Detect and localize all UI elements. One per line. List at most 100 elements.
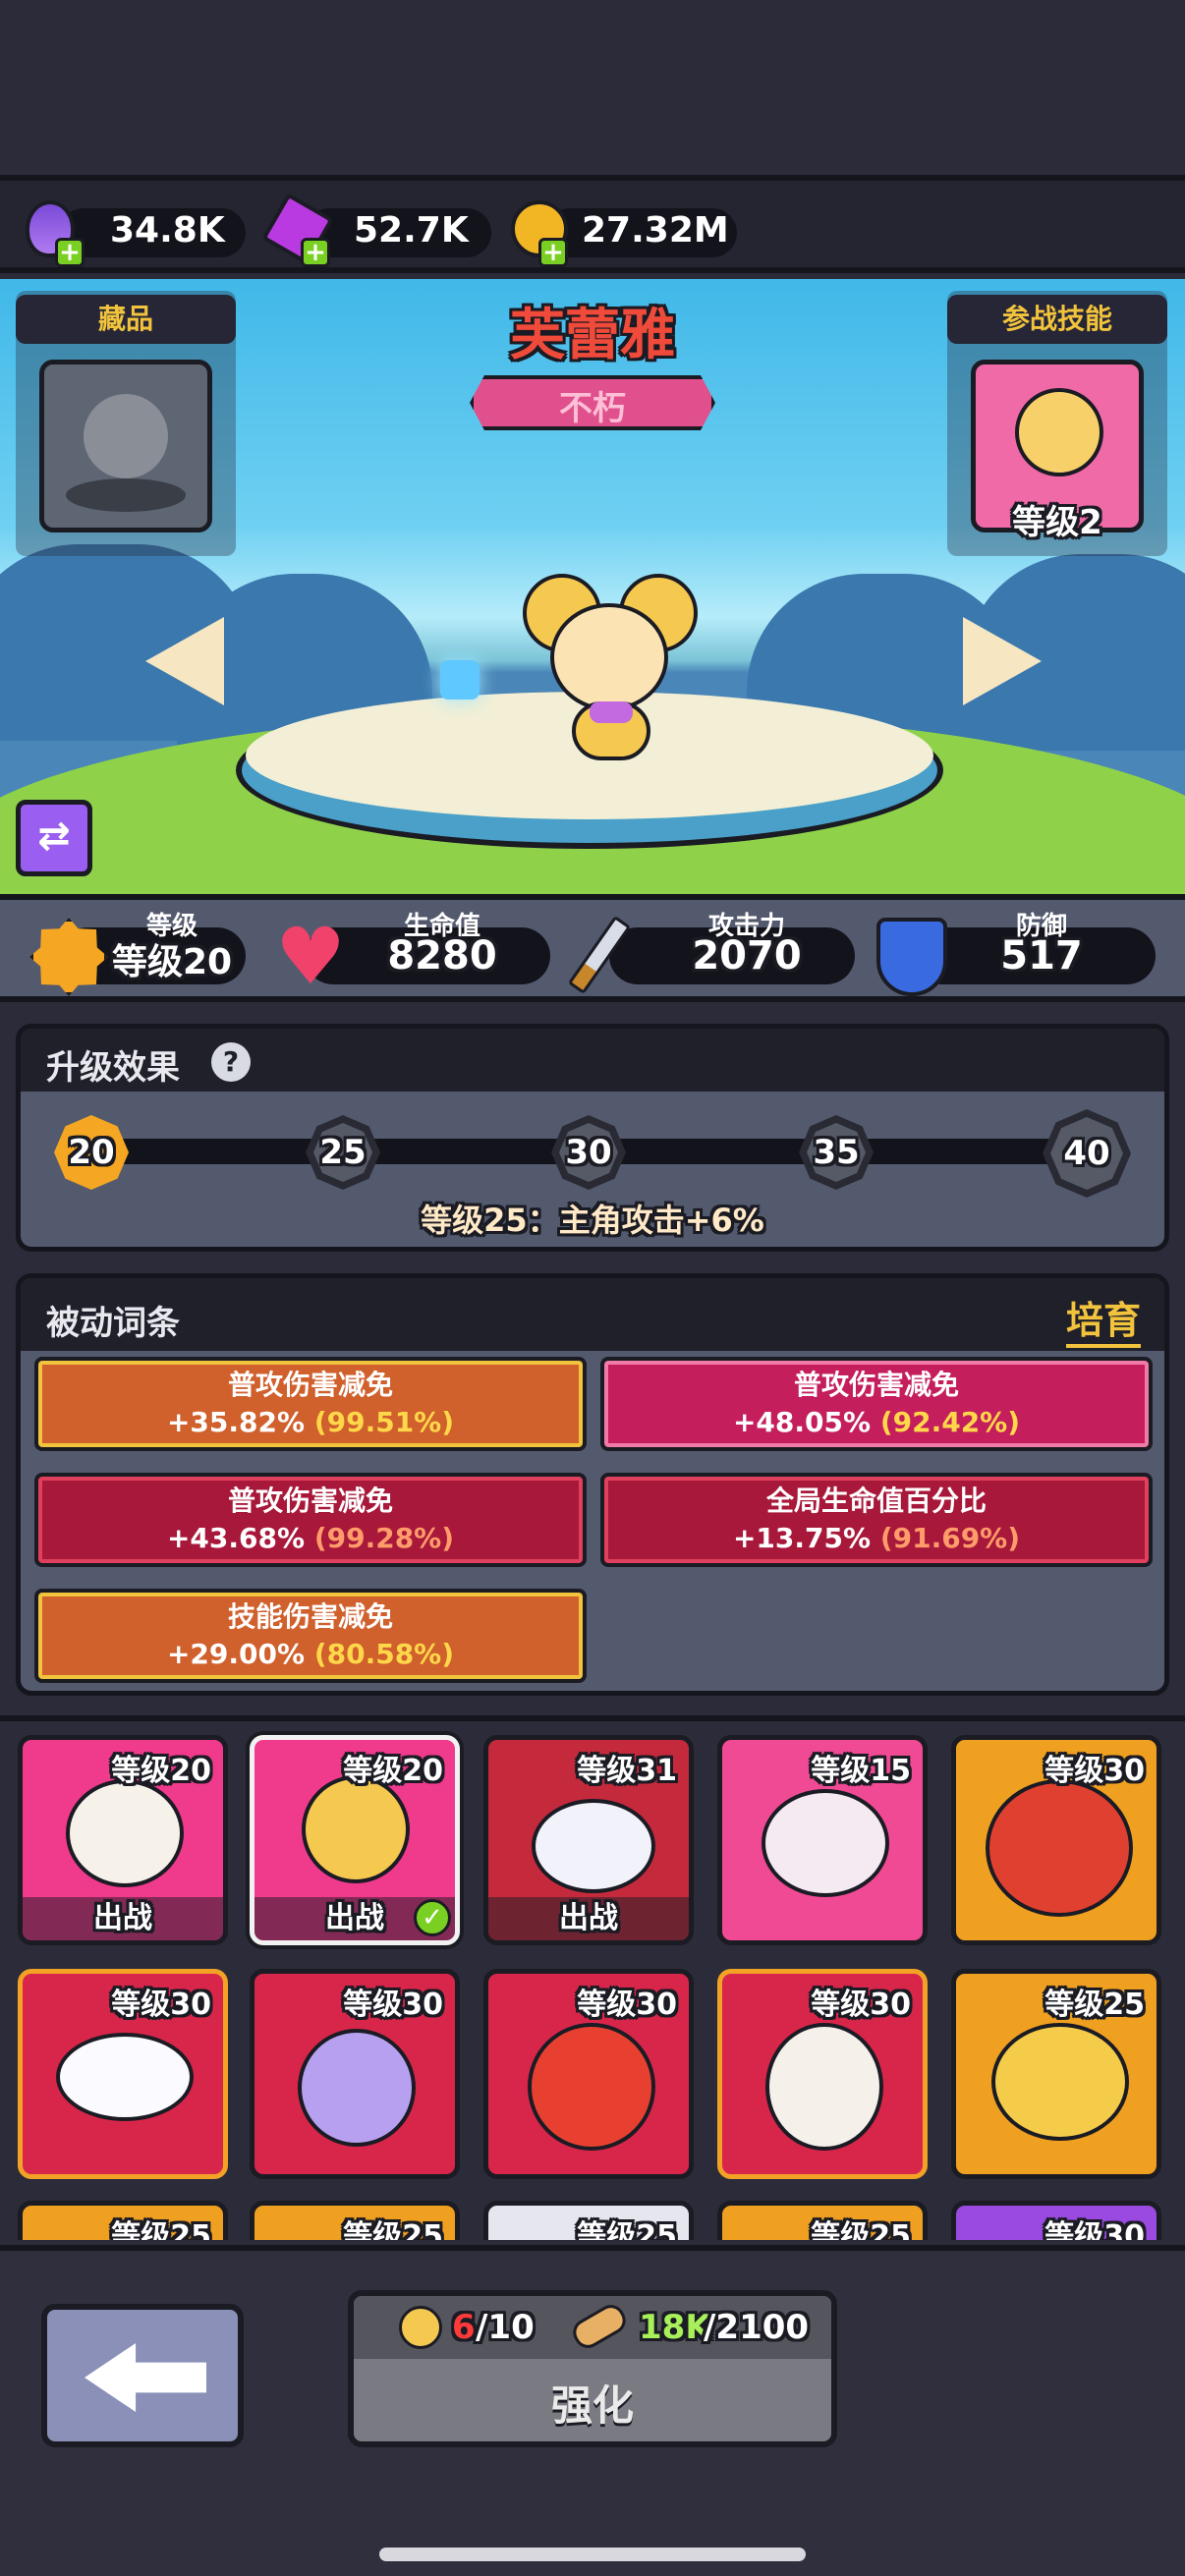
passive-affix-header	[21, 1278, 1164, 1351]
hero-card[interactable]: 等级30	[951, 1735, 1161, 1945]
hero-card-level: 等级30	[1044, 1754, 1145, 1788]
upgrade-effect-header	[21, 1029, 1164, 1092]
hero-card-level: 等级15	[811, 1754, 911, 1788]
hero-card[interactable]: 等级30	[18, 1969, 228, 2179]
hero-card-level: 等级30	[343, 1988, 443, 2022]
hero-card[interactable]: 等级30	[250, 1969, 460, 2179]
stats-bar: 等级 等级20 ♥ 生命值 8280 攻击力 2070 防御 517	[0, 894, 1185, 1002]
heart-icon: ♥	[275, 911, 346, 1002]
hero-card[interactable]: 等级31 出战	[483, 1735, 694, 1945]
hero-card[interactable]: 等级15	[717, 1735, 928, 1945]
affix-value: +35.82%	[166, 1406, 306, 1438]
bottom-bar: 6 /10 18K /2100 强化	[0, 2245, 1185, 2576]
hero-card-level: 等级31	[577, 1754, 677, 1788]
hero-card-deploy: 出战	[488, 1897, 689, 1940]
hero-portrait	[991, 2023, 1129, 2141]
level-value: 等级20	[111, 942, 233, 982]
back-button[interactable]	[41, 2304, 244, 2447]
hero-portrait	[765, 2023, 883, 2151]
hero-card-level: 等级30	[1044, 2219, 1145, 2240]
affix-percent: (91.69%)	[879, 1522, 1021, 1554]
hero-token-icon	[399, 2306, 442, 2349]
glow-gem-icon	[440, 660, 480, 700]
attack-value: 2070	[692, 933, 802, 979]
hero-portrait	[532, 1799, 655, 1893]
affix-name: 技能伤害减免	[227, 1600, 393, 1633]
hero-card[interactable]: 等级25	[250, 2201, 460, 2240]
milestone-35-label: 35	[813, 1133, 860, 1172]
affix-value: +13.75%	[732, 1522, 872, 1554]
hero-card-level: 等级25	[811, 2219, 911, 2240]
milestone-30-label: 30	[565, 1133, 612, 1172]
grid-divider	[0, 1715, 1185, 1721]
hero-portrait	[56, 2033, 194, 2121]
hero-card-level: 等级25	[1044, 1988, 1145, 2022]
help-icon[interactable]: ?	[211, 1042, 251, 1082]
affix-name: 普攻伤害减免	[227, 1369, 393, 1401]
affix-item: 全局生命值百分比 +13.75% (91.69%)	[600, 1473, 1153, 1567]
shield-icon	[876, 918, 947, 996]
milestone-40: 40	[1043, 1109, 1131, 1198]
home-indicator	[379, 2548, 806, 2561]
egg-value: 34.8K	[110, 210, 225, 251]
hero-card[interactable]: 等级30	[483, 1969, 694, 2179]
currency-bar: + 34.8K + 52.7K + 27.32M	[0, 175, 1185, 273]
hero-token-have: 6	[452, 2308, 476, 2347]
checkmark-icon: ✓	[414, 1899, 451, 1936]
hero-card-row-partial: 等级25 等级25 等级25 等级25 等级30	[0, 2201, 1185, 2240]
swap-button[interactable]: ⇄	[16, 800, 92, 876]
hp-value: 8280	[387, 933, 497, 979]
hero-portrait	[762, 1789, 889, 1897]
hero-character	[511, 574, 707, 770]
passive-affix-panel: 被动词条 培育 普攻伤害减免 +35.82% (99.51%) 普攻伤害减免 +…	[16, 1273, 1169, 1696]
hero-card[interactable]: 等级30	[717, 1969, 928, 2179]
affix-name: 普攻伤害减免	[227, 1484, 393, 1517]
passive-affix-title: 被动词条	[46, 1304, 180, 1343]
hero-portrait	[66, 1779, 184, 1887]
add-coin-button[interactable]: +	[538, 238, 568, 267]
affix-percent: (80.58%)	[313, 1638, 455, 1670]
affix-item: 普攻伤害减免 +35.82% (99.51%)	[34, 1357, 587, 1451]
hero-portrait	[528, 2023, 655, 2151]
hero-portrait	[302, 1775, 410, 1883]
hero-card-level: 等级25	[577, 2219, 677, 2240]
hero-scene: 芙蕾雅 不朽 藏品 参战技能 等级2 ⇄	[0, 279, 1185, 894]
upgrade-effect-title: 升级效果	[46, 1048, 180, 1088]
hero-card[interactable]: 等级20 出战	[18, 1735, 228, 1945]
statue-icon	[84, 394, 168, 478]
hero-head	[550, 603, 668, 711]
hero-bow	[590, 701, 633, 723]
add-egg-button[interactable]: +	[55, 238, 85, 267]
affix-value: +29.00%	[166, 1638, 306, 1670]
affix-percent: (92.42%)	[879, 1406, 1021, 1438]
hero-card[interactable]: 等级25	[18, 2201, 228, 2240]
skill-hero-icon	[1015, 388, 1103, 476]
hero-card[interactable]: 等级25	[717, 2201, 928, 2240]
affix-name: 普攻伤害减免	[793, 1369, 959, 1401]
affix-value: +43.68%	[166, 1522, 306, 1554]
enhance-button[interactable]: 6 /10 18K /2100 强化	[348, 2290, 837, 2447]
milestone-40-label: 40	[1063, 1134, 1110, 1173]
defense-value: 517	[1000, 933, 1083, 979]
hero-card[interactable]: 等级30	[951, 2201, 1161, 2240]
milestone-25-label: 25	[319, 1133, 367, 1172]
upgrade-effect-panel: 升级效果 ? 20 25 30 35 40 等级25：主角攻击+6%	[16, 1024, 1169, 1252]
swap-icon: ⇄	[37, 813, 71, 859]
milestone-35: 35	[799, 1115, 874, 1190]
hero-token-need: /10	[476, 2308, 535, 2347]
affix-item: 普攻伤害减免 +43.68% (99.28%)	[34, 1473, 587, 1567]
gem-value: 52.7K	[354, 210, 469, 251]
collection-slot[interactable]	[39, 360, 212, 532]
collection-label: 藏品	[16, 295, 236, 344]
hero-card-selected[interactable]: 等级20 出战 ✓	[250, 1735, 460, 1945]
hero-portrait	[986, 1779, 1133, 1917]
hero-card-level: 等级20	[111, 1754, 211, 1788]
cultivate-link[interactable]: 培育	[1065, 1290, 1141, 1348]
hero-card[interactable]: 等级25	[951, 1969, 1161, 2179]
hero-card[interactable]: 等级25	[483, 2201, 694, 2240]
affix-item: 普攻伤害减免 +48.05% (92.42%)	[600, 1357, 1153, 1451]
back-arrow-icon	[85, 2343, 206, 2412]
hero-card-level: 等级25	[343, 2219, 443, 2240]
affix-value: +48.05%	[732, 1406, 872, 1438]
add-gem-button[interactable]: +	[301, 238, 330, 267]
